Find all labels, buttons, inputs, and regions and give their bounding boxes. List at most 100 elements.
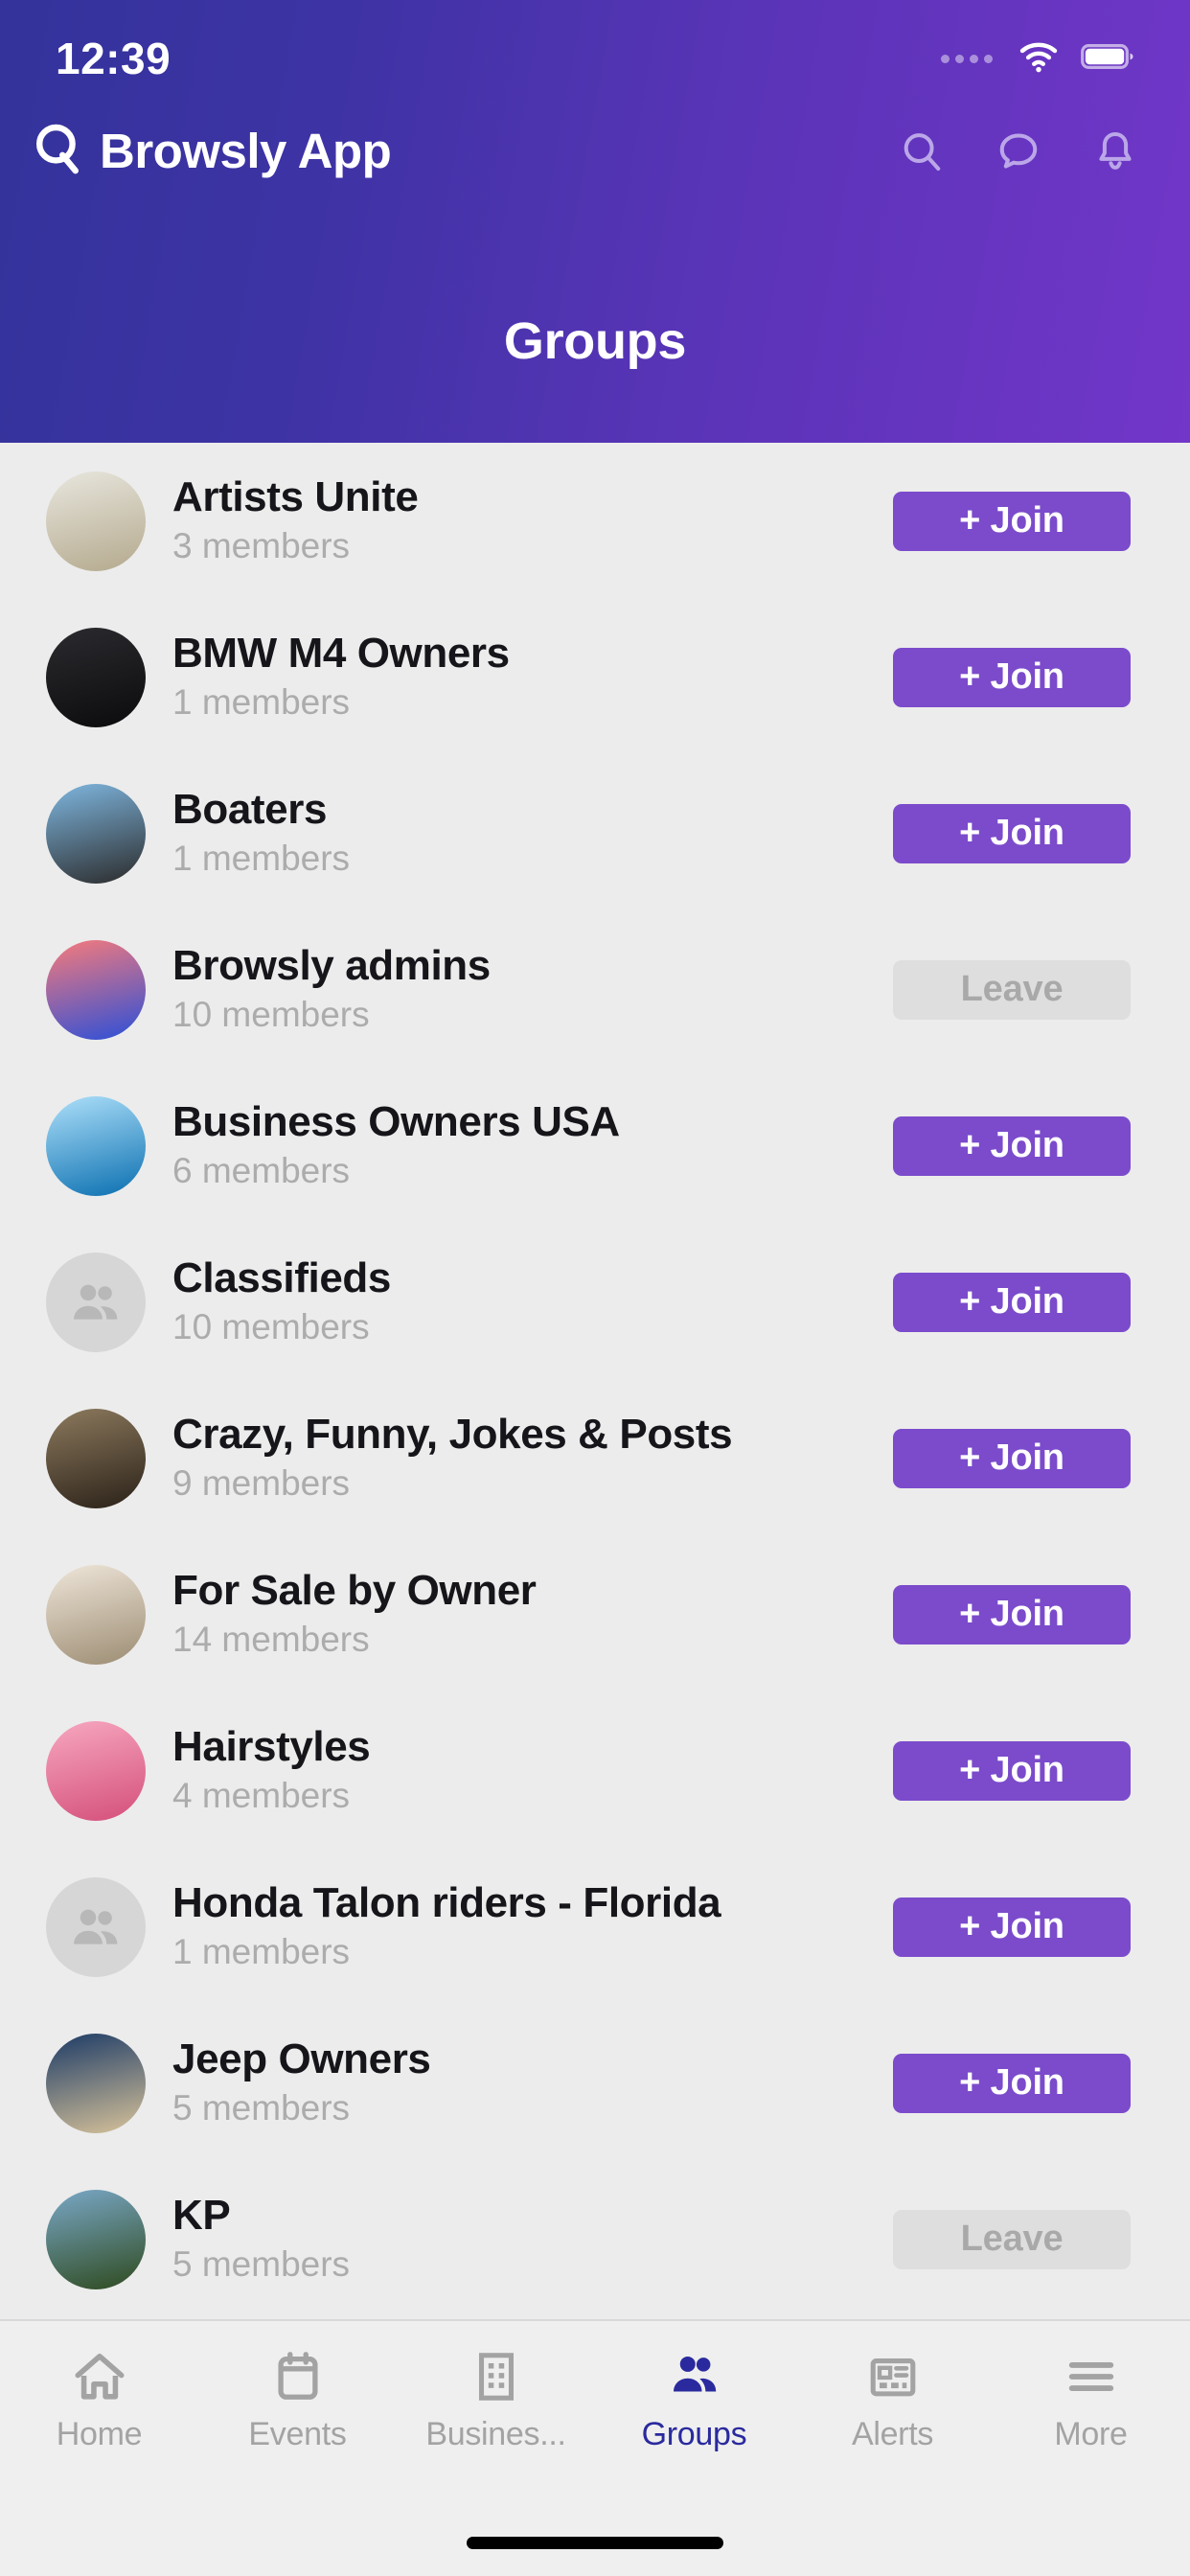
join-group-button[interactable]: + Join	[893, 1897, 1131, 1957]
group-member-count: 1 members	[172, 839, 351, 878]
group-member-count: 14 members	[172, 1620, 370, 1659]
group-avatar[interactable]	[46, 627, 146, 727]
group-avatar[interactable]	[46, 2033, 146, 2133]
group-info: KP 5 members	[146, 2192, 893, 2288]
group-avatar[interactable]	[46, 2189, 146, 2289]
group-member-count: 1 members	[172, 682, 351, 722]
join-group-button[interactable]: + Join	[893, 1428, 1131, 1488]
group-avatar[interactable]	[46, 783, 146, 884]
home-indicator	[467, 2537, 723, 2549]
join-group-button[interactable]: + Join	[893, 647, 1131, 707]
building-icon	[466, 2346, 527, 2407]
join-group-button[interactable]: + Join	[893, 803, 1131, 863]
group-avatar-placeholder[interactable]	[46, 1876, 146, 1977]
tab-label: More	[1054, 2416, 1128, 2452]
group-name: Classifieds	[172, 1254, 391, 1301]
people-placeholder-icon	[46, 1877, 146, 1977]
signal-dots-icon	[941, 54, 993, 63]
group-avatar[interactable]	[46, 1095, 146, 1196]
group-row[interactable]: Boaters 1 members + Join	[0, 755, 1190, 911]
join-group-button[interactable]: + Join	[893, 1116, 1131, 1176]
group-name: Browsly admins	[172, 941, 491, 989]
tab-more[interactable]: More	[992, 2346, 1190, 2453]
group-row[interactable]: Business Owners USA 6 members + Join	[0, 1068, 1190, 1224]
group-name: BMW M4 Owners	[172, 629, 510, 677]
newspaper-icon	[862, 2346, 924, 2407]
group-row[interactable]: Crazy, Funny, Jokes & Posts 9 members + Jo…	[0, 1380, 1190, 1536]
group-member-count: 3 members	[172, 526, 351, 565]
group-avatar[interactable]	[46, 1564, 146, 1665]
notifications-bell-icon[interactable]	[1092, 128, 1138, 174]
group-avatar[interactable]	[46, 939, 146, 1040]
tab-alerts[interactable]: Alerts	[793, 2346, 992, 2453]
tab-events[interactable]: Events	[198, 2346, 397, 2453]
group-name: KP	[172, 2191, 231, 2239]
group-avatar[interactable]	[46, 471, 146, 571]
group-info: For Sale by Owner 14 members	[146, 1567, 893, 1663]
group-info: Classifieds 10 members	[146, 1254, 893, 1350]
tab-groups[interactable]: Groups	[595, 2346, 793, 2453]
menu-icon	[1061, 2346, 1122, 2407]
browsly-q-logo-icon	[33, 122, 86, 180]
status-time: 12:39	[56, 34, 172, 83]
group-row[interactable]: Classifieds 10 members + Join	[0, 1224, 1190, 1380]
group-member-count: 4 members	[172, 1776, 351, 1815]
home-icon	[69, 2346, 130, 2407]
group-info: Honda Talon riders - Florida 1 members	[146, 1879, 893, 1975]
group-member-count: 10 members	[172, 995, 370, 1034]
join-group-button[interactable]: + Join	[893, 1740, 1131, 1801]
tab-label: Busines...	[425, 2416, 566, 2452]
group-info: Jeep Owners 5 members	[146, 2036, 893, 2131]
group-row[interactable]: KP 5 members Leave	[0, 2161, 1190, 2317]
messages-icon[interactable]	[995, 128, 1041, 174]
group-name: Business Owners USA	[172, 1097, 620, 1145]
app-screen: 12:39 Browsly App Groups Artists Unite 3…	[0, 0, 1190, 2576]
group-row[interactable]: Artists Unite 3 members + Join	[0, 443, 1190, 599]
calendar-icon	[267, 2346, 329, 2407]
group-avatar[interactable]	[46, 1720, 146, 1821]
group-member-count: 6 members	[172, 1151, 351, 1190]
app-bar: Browsly App	[0, 101, 1190, 201]
group-info: Boaters 1 members	[146, 786, 893, 882]
group-name: Boaters	[172, 785, 328, 833]
group-row[interactable]: Hairstyles 4 members + Join	[0, 1692, 1190, 1849]
app-header: 12:39 Browsly App Groups	[0, 0, 1190, 443]
join-group-button[interactable]: + Join	[893, 1584, 1131, 1644]
tab-home[interactable]: Home	[0, 2346, 198, 2453]
tab-label: Events	[248, 2416, 347, 2452]
group-name: Hairstyles	[172, 1722, 371, 1770]
leave-group-button[interactable]: Leave	[893, 2209, 1131, 2269]
group-row[interactable]: Honda Talon riders - Florida 1 members + J…	[0, 1849, 1190, 2005]
group-avatar[interactable]	[46, 1408, 146, 1508]
group-member-count: 5 members	[172, 2088, 351, 2128]
group-info: Business Owners USA 6 members	[146, 1098, 893, 1194]
group-row[interactable]: Browsly admins 10 members Leave	[0, 911, 1190, 1068]
group-name: Artists Unite	[172, 472, 419, 520]
wifi-icon	[1018, 40, 1060, 78]
group-info: Hairstyles 4 members	[146, 1723, 893, 1819]
page-title: Groups	[503, 312, 687, 370]
group-name: For Sale by Owner	[172, 1566, 537, 1614]
status-bar: 12:39	[0, 0, 1190, 96]
join-group-button[interactable]: + Join	[893, 1272, 1131, 1332]
group-info: Crazy, Funny, Jokes & Posts 9 members	[146, 1411, 893, 1506]
group-member-count: 10 members	[172, 1307, 370, 1346]
group-member-count: 1 members	[172, 1932, 351, 1971]
groups-list[interactable]: Artists Unite 3 members + Join BMW M4 Owner…	[0, 443, 1190, 2319]
battery-full-icon	[1081, 42, 1134, 76]
group-row[interactable]: BMW M4 Owners 1 members + Join	[0, 599, 1190, 755]
group-member-count: 9 members	[172, 1463, 351, 1503]
search-icon[interactable]	[899, 128, 945, 174]
tab-label: Home	[56, 2416, 143, 2452]
tab-busines[interactable]: Busines...	[397, 2346, 595, 2453]
group-avatar-placeholder[interactable]	[46, 1252, 146, 1352]
status-indicators	[941, 40, 1134, 78]
group-row[interactable]: Jeep Owners 5 members + Join	[0, 2005, 1190, 2161]
join-group-button[interactable]: + Join	[893, 2053, 1131, 2113]
group-row[interactable]: For Sale by Owner 14 members + Join	[0, 1536, 1190, 1692]
join-group-button[interactable]: + Join	[893, 491, 1131, 551]
group-name: Honda Talon riders - Florida	[172, 1878, 721, 1926]
leave-group-button[interactable]: Leave	[893, 959, 1131, 1020]
brand[interactable]: Browsly App	[33, 122, 899, 180]
group-name: Crazy, Funny, Jokes & Posts	[172, 1410, 733, 1458]
